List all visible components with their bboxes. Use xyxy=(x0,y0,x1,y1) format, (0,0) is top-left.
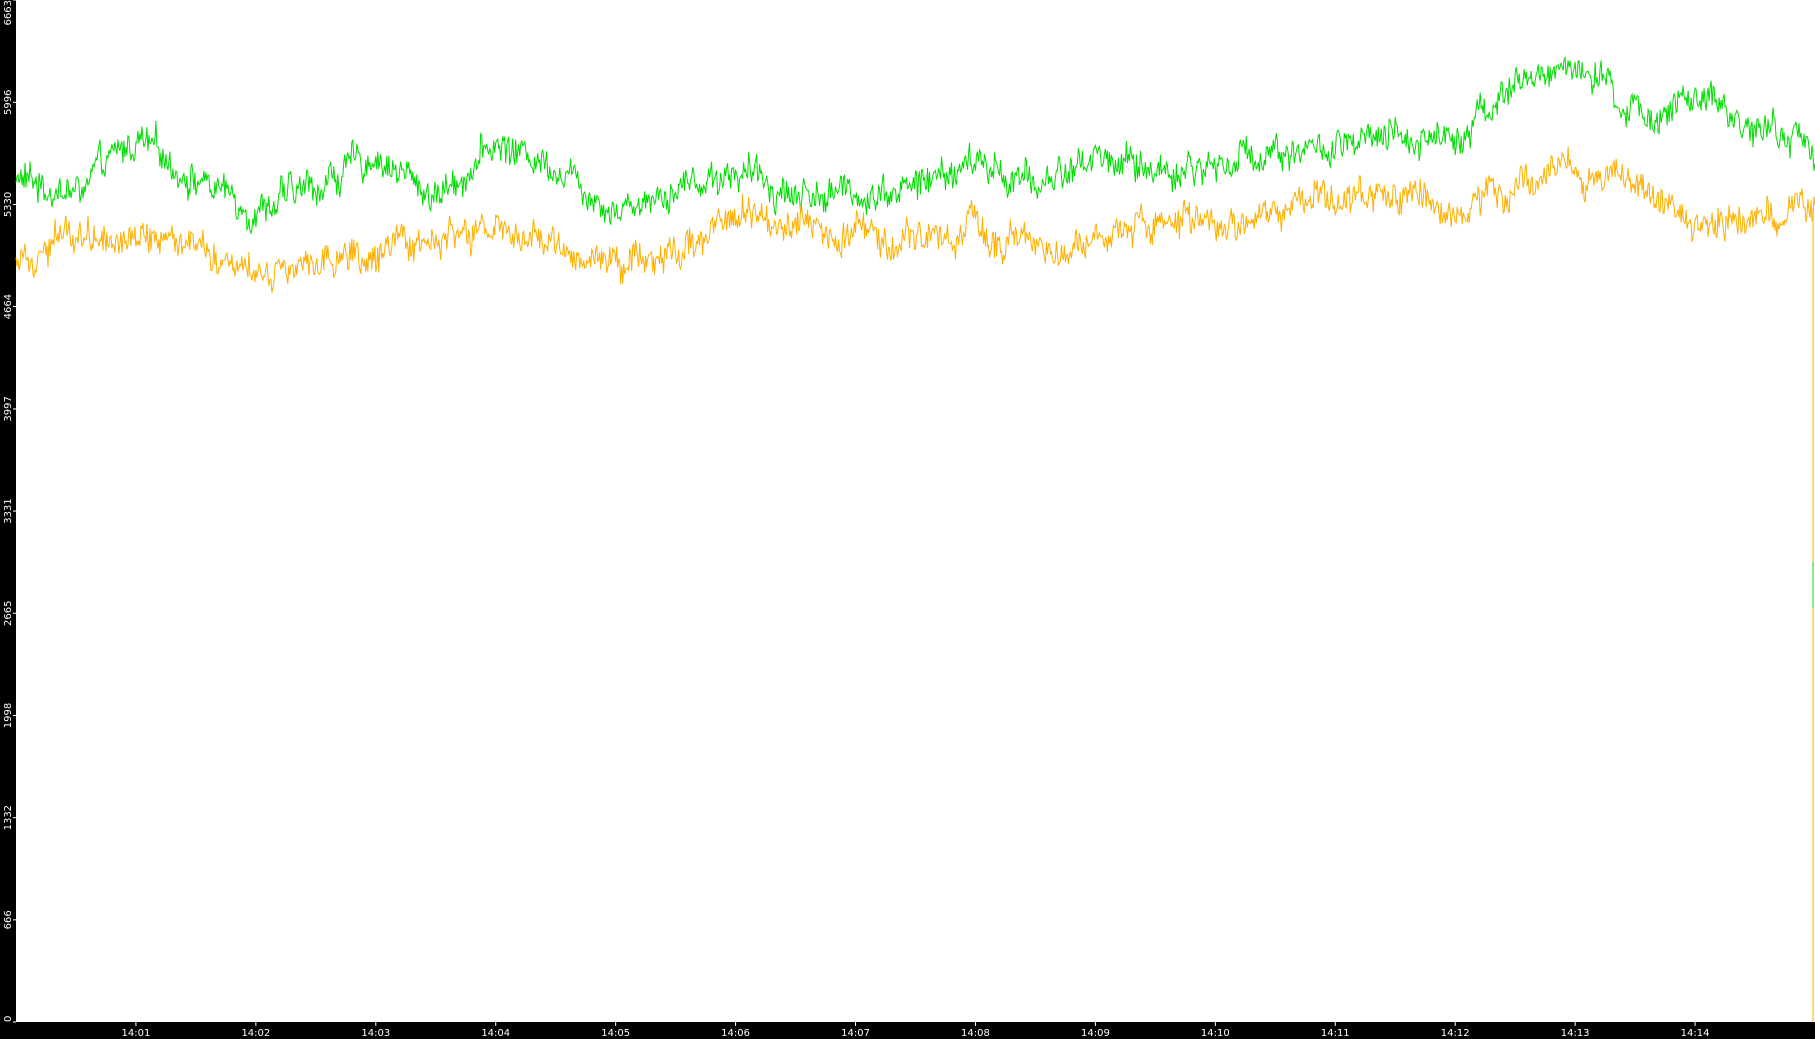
x-tick-label: 14:02 xyxy=(241,1028,270,1039)
x-tick-label: 14:10 xyxy=(1201,1028,1230,1039)
chart-svg: 0 666 1332 1998 2665 3331 3997 4664 5330 5996 6663… xyxy=(0,0,1815,1039)
chart: 0 666 1332 1998 2665 3331 3997 4664 5330 5996 6663… xyxy=(0,0,1815,1039)
y-tick-label: 5330 xyxy=(3,192,14,217)
y-tick-label: 0 xyxy=(3,1016,14,1022)
x-tick-label: 14:01 xyxy=(122,1028,151,1039)
x-tick-label: 14:07 xyxy=(841,1028,870,1039)
y-tick-label: 4664 xyxy=(3,294,14,319)
y-tick-label: 6663 xyxy=(3,0,14,25)
y-tick-label: 2665 xyxy=(3,601,14,626)
x-tick-label: 14:09 xyxy=(1081,1028,1110,1039)
y-tick-label: 1998 xyxy=(3,703,14,728)
plot-area xyxy=(16,0,1815,1022)
y-tick-label: 1332 xyxy=(3,805,14,830)
y-tick-label: 5996 xyxy=(3,90,14,115)
y-tick-label: 3331 xyxy=(3,498,14,523)
x-tick-label: 14:05 xyxy=(601,1028,630,1039)
x-tick-label: 14:11 xyxy=(1321,1028,1350,1039)
y-tick-label: 666 xyxy=(3,910,14,929)
x-tick-label: 14:12 xyxy=(1441,1028,1470,1039)
x-tick-label: 14:13 xyxy=(1561,1028,1590,1039)
y-tick-label: 3997 xyxy=(3,396,14,421)
x-tick-label: 14:14 xyxy=(1681,1028,1710,1039)
x-tick-label: 14:04 xyxy=(481,1028,510,1039)
x-tick-label: 14:03 xyxy=(361,1028,390,1039)
x-tick-label: 14:08 xyxy=(961,1028,990,1039)
x-tick-label: 14:06 xyxy=(721,1028,750,1039)
